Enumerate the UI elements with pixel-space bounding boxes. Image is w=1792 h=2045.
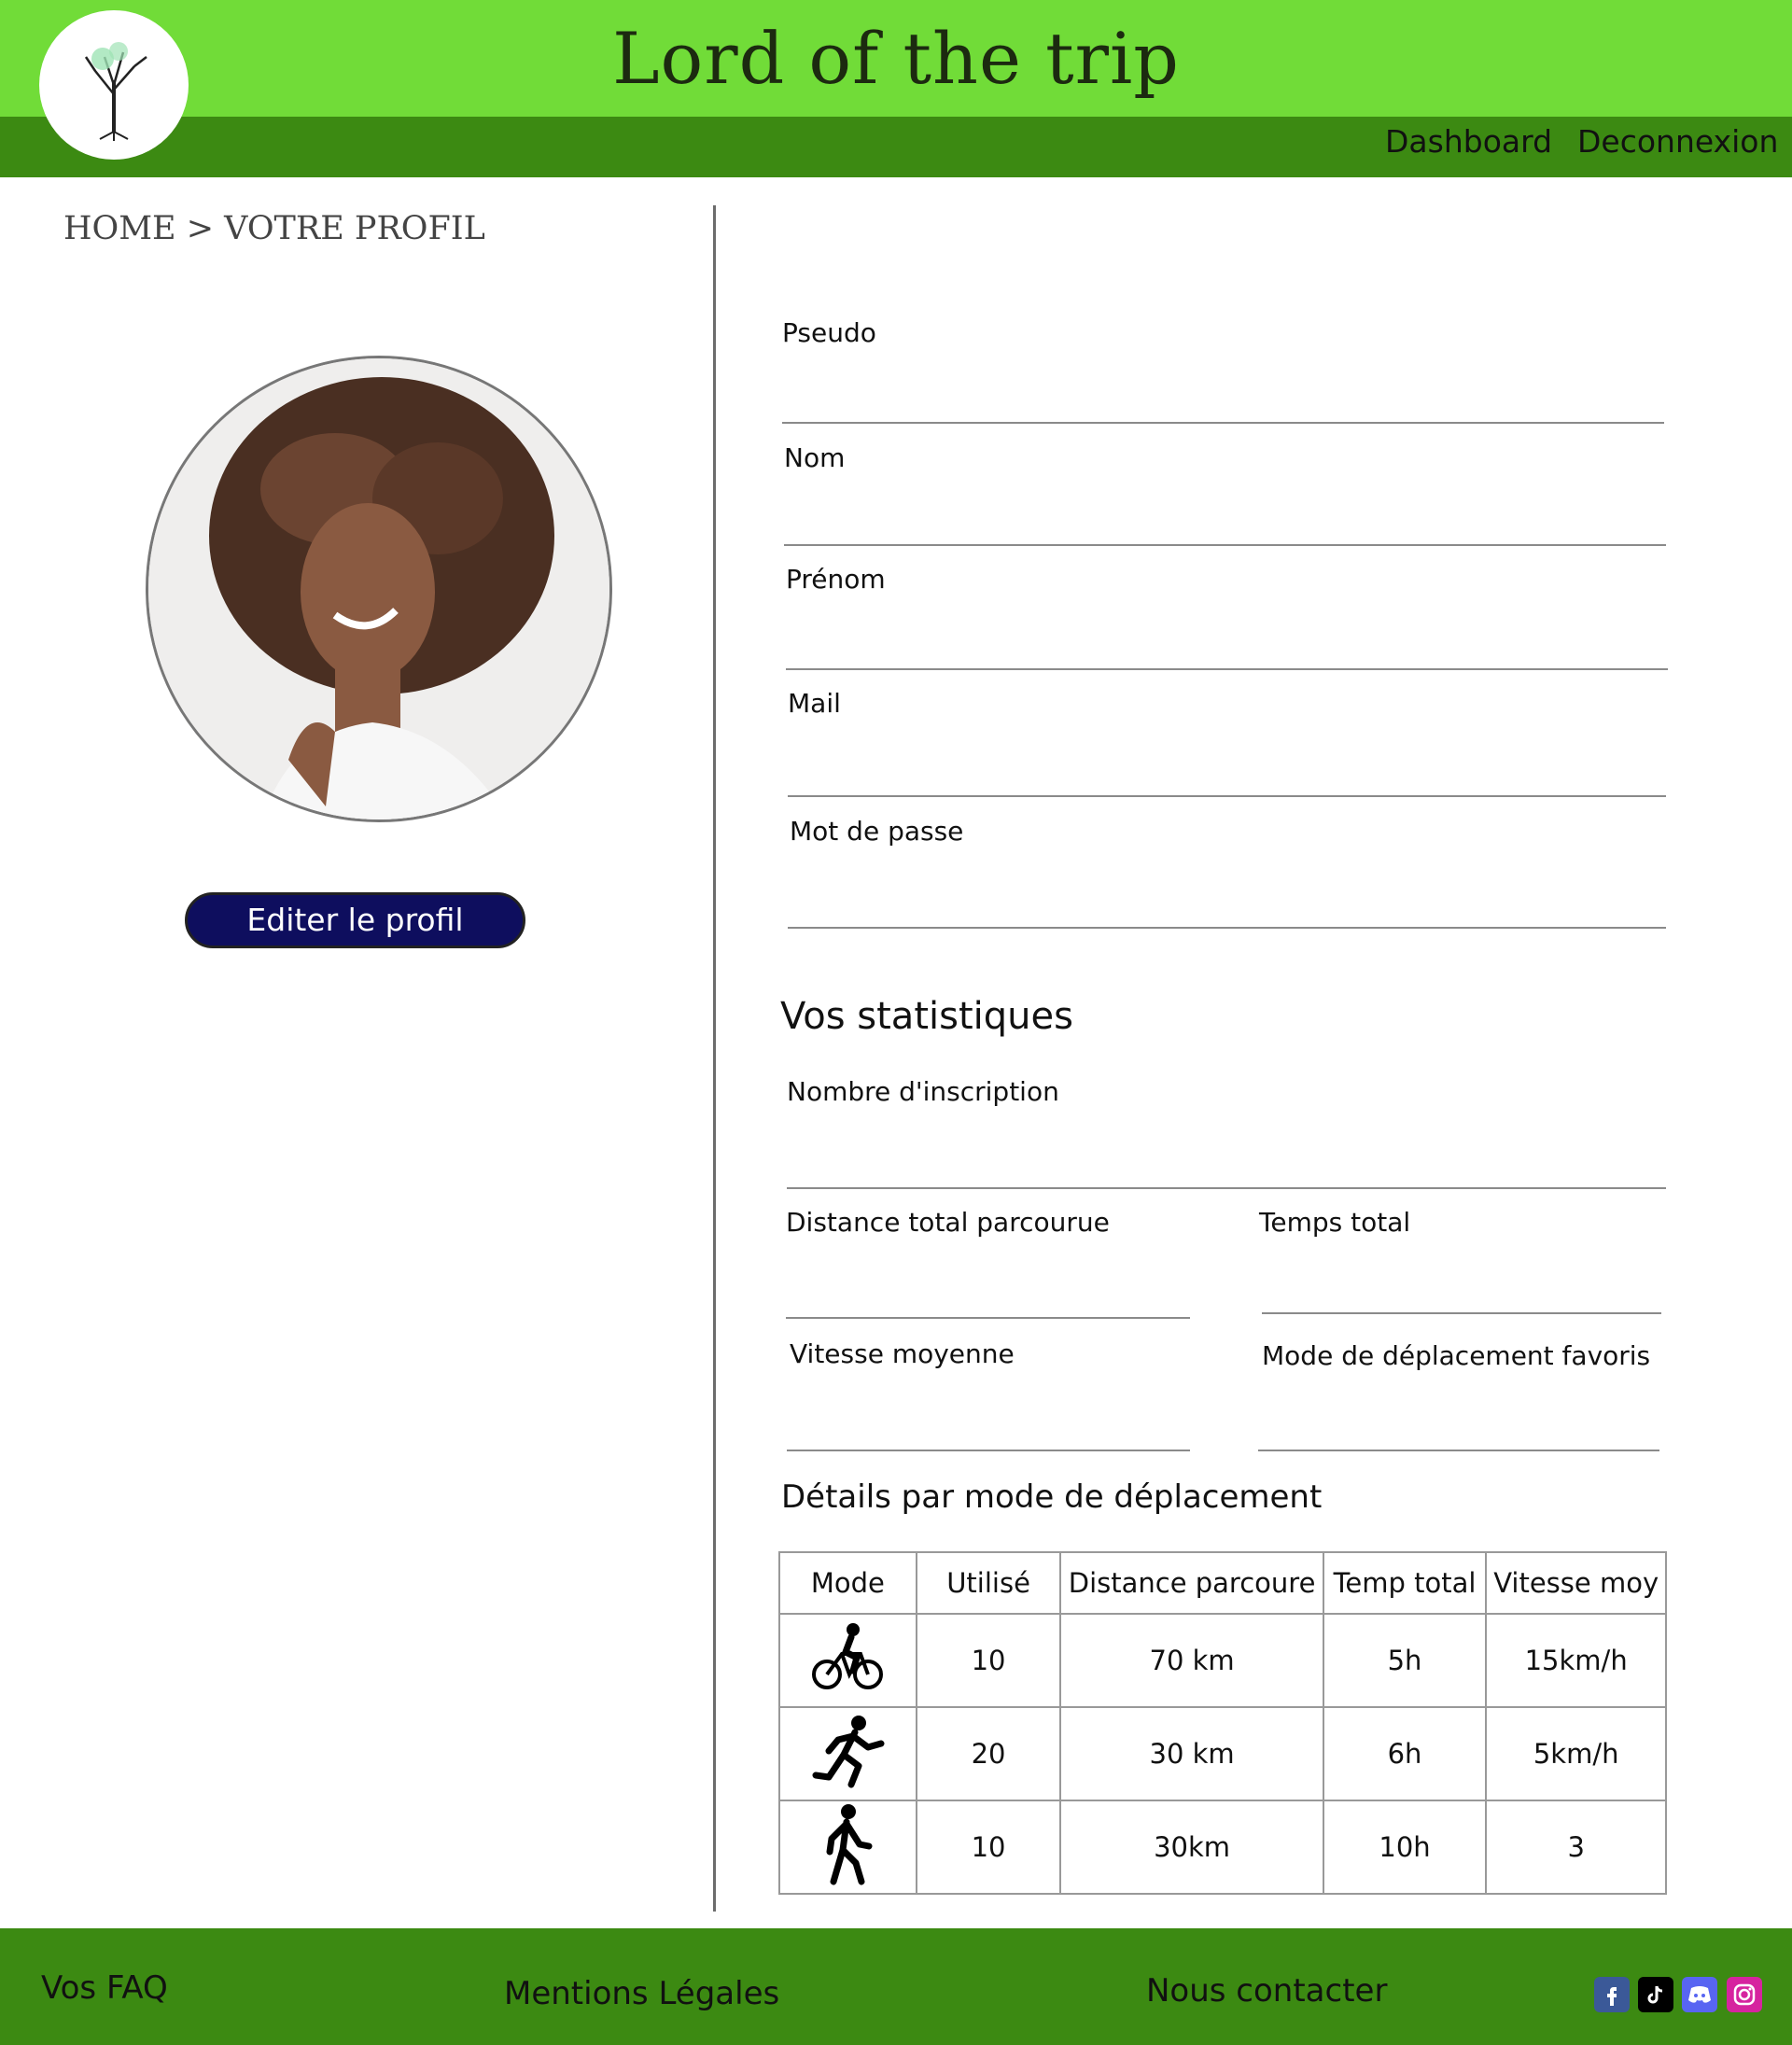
- bike-time: 5h: [1322, 1613, 1488, 1708]
- tree-logo-icon[interactable]: [39, 10, 189, 160]
- distance-label: Distance total parcourue: [786, 1207, 1110, 1238]
- walk-icon: [778, 1800, 917, 1895]
- details-title: Détails par mode de déplacement: [781, 1478, 1323, 1516]
- inscriptions-label: Nombre d'inscription: [787, 1076, 1059, 1107]
- pseudo-underline: [782, 422, 1664, 424]
- stats-title: Vos statistiques: [780, 995, 1073, 1038]
- th-speed: Vitesse moy: [1485, 1551, 1667, 1615]
- user-avatar: [146, 356, 612, 822]
- instagram-icon[interactable]: [1727, 1977, 1762, 2012]
- th-used: Utilisé: [915, 1551, 1062, 1615]
- run-icon: [778, 1706, 917, 1801]
- walk-distance: 30km: [1059, 1800, 1324, 1895]
- run-used: 20: [915, 1706, 1062, 1801]
- bike-icon: [778, 1613, 917, 1708]
- bike-speed: 15km/h: [1485, 1613, 1667, 1708]
- password-label: Mot de passe: [790, 816, 964, 847]
- pseudo-label: Pseudo: [782, 317, 876, 348]
- table-row: 10 70 km 5h 15km/h: [778, 1613, 1667, 1708]
- th-mode: Mode: [778, 1551, 917, 1615]
- mode-label: Mode de déplacement favoris: [1262, 1340, 1651, 1371]
- table-row: 10 30km 10h 3: [778, 1800, 1667, 1895]
- column-divider: [713, 205, 716, 1912]
- mail-underline: [788, 795, 1666, 797]
- password-underline: [788, 927, 1666, 929]
- breadcrumb: HOME > VOTRE PROFIL: [63, 210, 485, 247]
- mail-label: Mail: [788, 688, 841, 719]
- run-distance: 30 km: [1059, 1706, 1324, 1801]
- speed-underline: [787, 1450, 1190, 1451]
- password-field[interactable]: [790, 862, 1666, 918]
- tiktok-icon[interactable]: [1638, 1977, 1673, 2012]
- speed-label: Vitesse moyenne: [790, 1338, 1015, 1369]
- distance-underline: [786, 1317, 1190, 1319]
- walk-time: 10h: [1322, 1800, 1488, 1895]
- run-time: 6h: [1322, 1706, 1488, 1801]
- time-underline: [1262, 1312, 1661, 1314]
- table-row: 20 30 km 6h 5km/h: [778, 1706, 1667, 1801]
- site-title: Lord of the trip: [612, 17, 1180, 100]
- facebook-icon[interactable]: [1594, 1977, 1630, 2012]
- footer-contact-link[interactable]: Nous contacter: [1146, 1972, 1387, 2010]
- details-table: Mode Utilisé Distance parcoure Temp tota…: [778, 1551, 1667, 1895]
- mail-field[interactable]: [788, 735, 1666, 787]
- bike-distance: 70 km: [1059, 1613, 1324, 1708]
- table-header-row: Mode Utilisé Distance parcoure Temp tota…: [778, 1551, 1667, 1615]
- nom-field[interactable]: [784, 489, 1666, 541]
- nom-underline: [784, 544, 1666, 546]
- nom-label: Nom: [784, 442, 846, 473]
- footer: [0, 1928, 1792, 2045]
- bike-used: 10: [915, 1613, 1062, 1708]
- footer-faq-link[interactable]: Vos FAQ: [41, 1969, 168, 2007]
- run-speed: 5km/h: [1485, 1706, 1667, 1801]
- nav-logout-link[interactable]: Deconnexion: [1577, 123, 1778, 160]
- time-label: Temps total: [1259, 1207, 1411, 1238]
- footer-legal-link[interactable]: Mentions Légales: [504, 1975, 779, 2012]
- inscriptions-underline: [787, 1187, 1666, 1189]
- prenom-underline: [786, 668, 1668, 670]
- pseudo-field[interactable]: [782, 364, 1664, 420]
- nav-dashboard-link[interactable]: Dashboard: [1385, 123, 1552, 160]
- walk-speed: 3: [1485, 1800, 1667, 1895]
- mode-underline: [1258, 1450, 1659, 1451]
- th-time: Temp total: [1322, 1551, 1488, 1615]
- discord-icon[interactable]: [1682, 1977, 1717, 2012]
- edit-profile-button[interactable]: Editer le profil: [185, 892, 525, 948]
- prenom-field[interactable]: [786, 610, 1668, 663]
- th-distance: Distance parcoure: [1059, 1551, 1324, 1615]
- walk-used: 10: [915, 1800, 1062, 1895]
- prenom-label: Prénom: [786, 564, 886, 595]
